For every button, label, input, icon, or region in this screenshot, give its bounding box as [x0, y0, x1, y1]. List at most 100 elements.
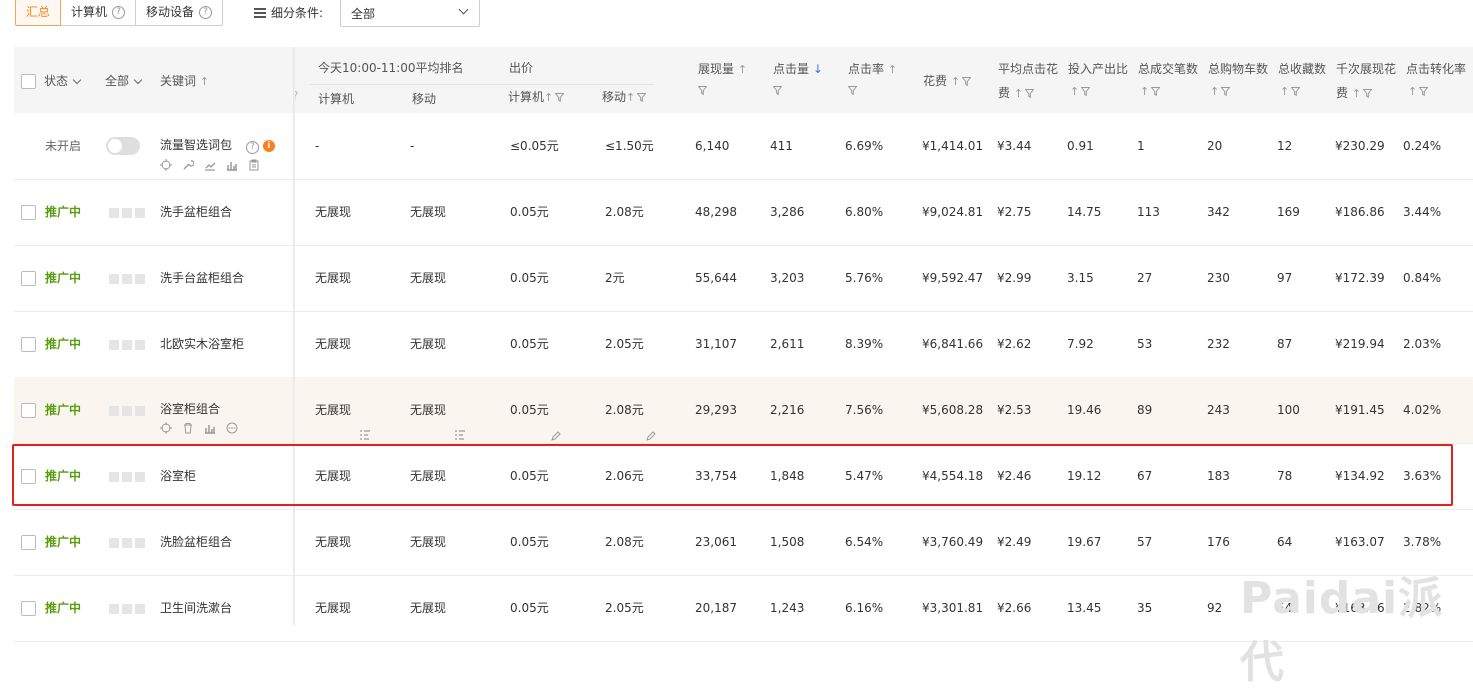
clicks-value: 1,508 — [770, 535, 805, 549]
rank-mobile-value: 无展现 — [410, 469, 447, 483]
roi-sort[interactable]: ↑ — [1070, 84, 1091, 98]
favorites-sort[interactable]: ↑ — [1280, 84, 1301, 98]
keyword-link[interactable]: 北欧实木浴室柜 — [160, 311, 244, 377]
orders-header[interactable]: 总成交笔数 — [1138, 60, 1198, 77]
impressions-header[interactable]: 展现量 ↑ — [698, 60, 747, 77]
keyword-link[interactable]: 浴室柜 — [160, 443, 196, 509]
edit-pencil-icon[interactable] — [550, 404, 561, 441]
view-segment: 汇总 计算机? 移动设备? — [15, 0, 224, 26]
filter-icon[interactable] — [1363, 89, 1373, 98]
ctr-header[interactable]: 点击率 ↑ — [848, 60, 897, 77]
bid-pc-value[interactable]: 0.05元 — [510, 443, 549, 509]
cvr-header[interactable]: 点击转化率 — [1406, 60, 1466, 77]
help-icon[interactable]: ? — [112, 6, 126, 19]
cpm-header[interactable]: 千次展现花 — [1336, 60, 1396, 77]
bid-mobile-value[interactable]: 2.08元 — [605, 377, 656, 443]
bid-mobile-value[interactable]: ≤1.50元 — [605, 113, 654, 179]
bid-pc-value[interactable]: 0.05元 — [510, 245, 549, 311]
clicks-header[interactable]: 点击量 ↓ — [773, 60, 823, 77]
bid-pc-value[interactable]: 0.05元 — [510, 377, 561, 443]
bid-mobile-value[interactable]: 2.08元 — [605, 179, 644, 245]
carts-sort[interactable]: ↑ — [1210, 84, 1231, 98]
filter-select[interactable]: 全部 — [340, 0, 480, 27]
bid-pc-header[interactable]: 计算机↑ — [508, 88, 565, 105]
bid-mobile-value[interactable]: 2.08元 — [605, 509, 644, 575]
filter-icon[interactable] — [697, 84, 708, 98]
bid-pc-value[interactable]: 0.05元 — [510, 311, 549, 377]
filter-icon[interactable] — [847, 84, 858, 98]
cpc-value: ¥2.66 — [997, 601, 1032, 615]
help-icon[interactable]: ? — [246, 141, 259, 154]
row-checkbox[interactable] — [21, 403, 36, 418]
tab-computer[interactable]: 计算机? — [60, 0, 137, 26]
filter-icon[interactable] — [1291, 87, 1301, 96]
filter-icon[interactable] — [962, 77, 972, 86]
carts-value: 183 — [1207, 469, 1230, 483]
cost-header[interactable]: 花费 ↑ — [923, 72, 972, 89]
filter-icon[interactable] — [637, 93, 647, 102]
keyword-link[interactable]: 卫生间洗漱台 — [160, 575, 232, 641]
row-checkbox[interactable] — [21, 469, 36, 484]
cvr-sort[interactable]: ↑ — [1408, 84, 1429, 98]
filter-icon[interactable] — [1419, 87, 1429, 96]
bid-mobile-value[interactable]: 2.06元 — [605, 443, 644, 509]
filter-icon[interactable] — [772, 84, 783, 98]
bar-chart-icon[interactable] — [204, 422, 216, 434]
more-icon[interactable] — [226, 422, 238, 434]
bar-chart-icon[interactable] — [226, 159, 238, 171]
rank-mobile-value: 无展现 — [410, 377, 466, 443]
bid-mobile-value[interactable]: 2元 — [605, 245, 625, 311]
filter-icon[interactable] — [1221, 87, 1231, 96]
filter-icon[interactable] — [555, 93, 565, 102]
keyword-link[interactable]: 洗脸盆柜组合 — [160, 509, 232, 575]
row-checkbox[interactable] — [21, 205, 36, 220]
edit-pencil-icon[interactable] — [645, 404, 656, 441]
bid-mobile-value[interactable]: 2.05元 — [605, 311, 644, 377]
favorites-header[interactable]: 总收藏数 — [1278, 60, 1326, 77]
rank-detail-icon[interactable] — [359, 404, 371, 440]
locate-icon[interactable] — [160, 422, 172, 434]
bid-pc-value[interactable]: ≤0.05元 — [510, 113, 559, 179]
ctr-value: 6.16% — [845, 601, 884, 615]
bid-pc-value[interactable]: 0.05元 — [510, 179, 549, 245]
bid-mobile-header[interactable]: 移动↑ — [602, 88, 647, 105]
carts-value: 20 — [1207, 139, 1223, 153]
avg-cpc-header-2[interactable]: 费 ↑ — [998, 84, 1035, 101]
locate-icon[interactable] — [160, 159, 172, 171]
filter-icon[interactable] — [1025, 89, 1035, 98]
orders-sort[interactable]: ↑ — [1140, 84, 1161, 98]
keyword-header[interactable]: 关键词 ↑ — [160, 72, 209, 89]
select-all-checkbox[interactable] — [21, 74, 36, 89]
roi-header[interactable]: 投入产出比 — [1068, 60, 1128, 77]
status-toggle[interactable] — [106, 137, 140, 155]
trend-chart-icon[interactable] — [204, 159, 216, 171]
info-icon[interactable]: i — [262, 139, 275, 152]
all-filter[interactable]: 全部 — [105, 72, 143, 89]
tab-summary[interactable]: 汇总 — [15, 0, 62, 26]
carts-header[interactable]: 总购物车数 — [1208, 60, 1268, 77]
avg-cpc-header[interactable]: 平均点击花 — [998, 60, 1058, 77]
tab-mobile[interactable]: 移动设备? — [135, 0, 224, 26]
row-checkbox[interactable] — [21, 337, 36, 352]
row-tools — [160, 422, 238, 434]
rank-detail-icon[interactable] — [454, 404, 466, 440]
filter-icon[interactable] — [1151, 87, 1161, 96]
filter-icon[interactable] — [1081, 87, 1091, 96]
status-text: 推广中 — [45, 205, 82, 219]
report-icon[interactable] — [248, 159, 260, 171]
keyword-link[interactable]: 洗手台盆柜组合 — [160, 245, 244, 311]
status-filter[interactable]: 状态 — [44, 72, 82, 89]
cost-value: ¥1,414.01 — [922, 139, 984, 153]
row-checkbox[interactable] — [21, 601, 36, 616]
row-checkbox[interactable] — [21, 271, 36, 286]
cvr-value: 3.63% — [1403, 469, 1442, 483]
bid-mobile-value[interactable]: 2.05元 — [605, 575, 644, 641]
bid-pc-value[interactable]: 0.05元 — [510, 509, 549, 575]
keyword-link[interactable]: 洗手盆柜组合 — [160, 179, 232, 245]
cpm-header-2[interactable]: 费 ↑ — [1336, 84, 1373, 101]
wrench-icon[interactable] — [182, 159, 195, 171]
trash-icon[interactable] — [182, 422, 194, 434]
row-checkbox[interactable] — [21, 535, 36, 550]
help-icon[interactable]: ? — [199, 6, 213, 19]
bid-pc-value[interactable]: 0.05元 — [510, 575, 549, 641]
